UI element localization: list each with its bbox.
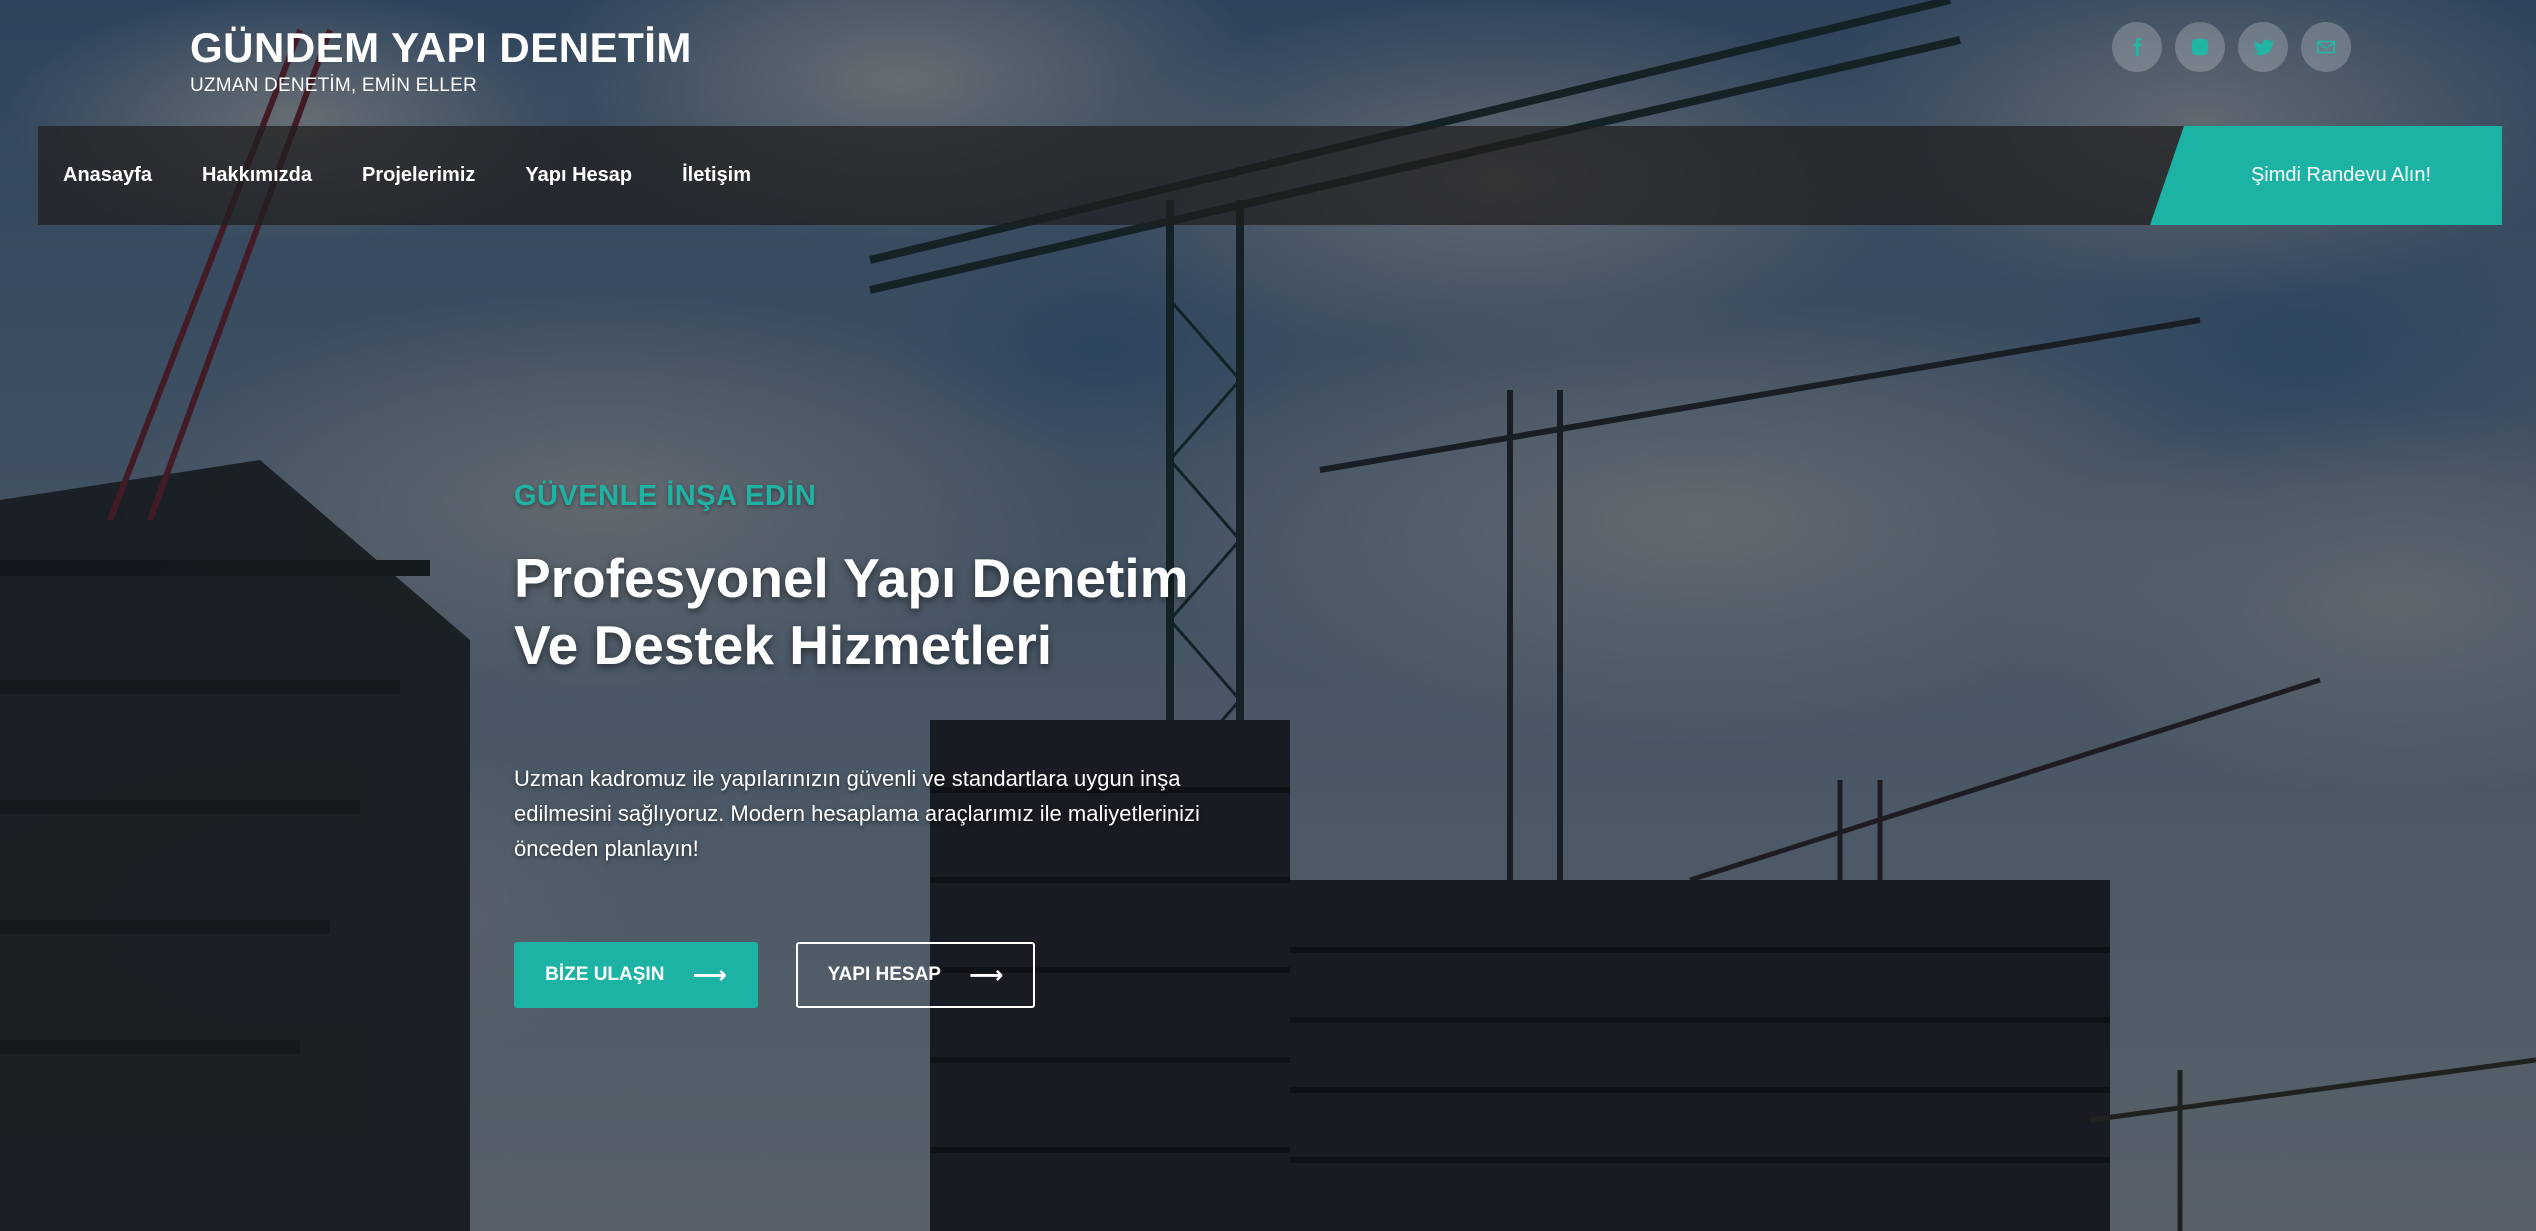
hero-description: Uzman kadromuz ile yapılarınızın güvenli… [514,766,1200,861]
nav-item-projelerimiz[interactable]: Projelerimiz [362,164,475,187]
hero-section: GÜVENLE İNŞA EDİN Profesyonel Yapı Denet… [514,480,1274,1008]
contact-us-button[interactable]: BİZE ULAŞIN ⟶ [514,942,758,1008]
nav-item-iletisim[interactable]: İletişim [682,164,751,187]
brand-tagline: UZMAN DENETİM, EMİN ELLER [190,75,477,96]
email-icon[interactable] [2301,22,2351,72]
structure-calc-button-label: YAPI HESAP [827,964,941,985]
contact-us-button-label: BİZE ULAŞIN [545,964,665,985]
hero-title: Profesyonel Yapı Denetim Ve Destek Hizme… [514,545,1274,679]
social-links [2112,22,2351,72]
appointment-button[interactable]: Şimdi Randevu Alın! [2150,126,2502,225]
hero-kicker: GÜVENLE İNŞA EDİN [514,480,817,512]
instagram-icon[interactable] [2175,22,2225,72]
hero-title-line-1: Profesyonel Yapı Denetim [514,547,1189,609]
brand-title[interactable]: GÜNDEM YAPI DENETİM [190,24,692,72]
arrow-right-icon: ⟶ [968,961,1004,989]
structure-calc-button[interactable]: YAPI HESAP ⟶ [796,942,1035,1008]
twitter-icon[interactable] [2238,22,2288,72]
brand-block: GÜNDEM YAPI DENETİM UZMAN DENETİM, EMİN … [190,24,692,98]
facebook-icon[interactable] [2112,22,2162,72]
main-navbar: Anasayfa Hakkımızda Projelerimiz Yapı He… [38,126,2502,225]
hero-buttons: BİZE ULAŞIN ⟶ YAPI HESAP ⟶ [514,942,1274,1008]
hero-title-line-2: Ve Destek Hizmetleri [514,614,1053,676]
nav-item-anasayfa[interactable]: Anasayfa [63,164,152,187]
nav-item-hakkimizda[interactable]: Hakkımızda [202,164,312,187]
nav-item-yapi-hesap[interactable]: Yapı Hesap [525,164,632,187]
nav-links: Anasayfa Hakkımızda Projelerimiz Yapı He… [63,126,751,225]
arrow-right-icon: ⟶ [692,961,727,989]
